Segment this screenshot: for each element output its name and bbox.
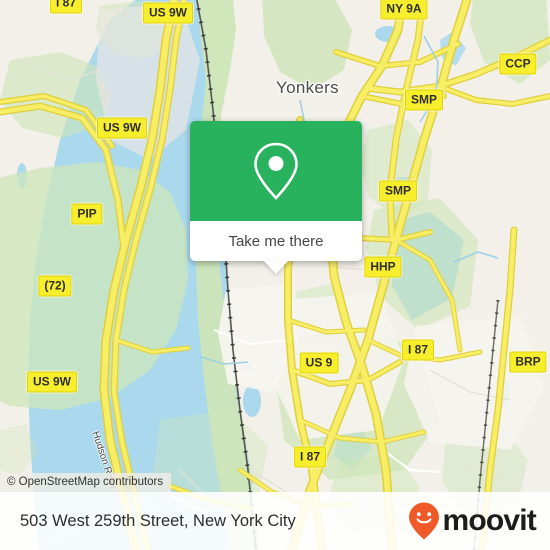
route-shield[interactable]: US 9 (299, 352, 339, 374)
route-shield[interactable]: BRP (509, 351, 547, 373)
map-screenshot: Yonkers Hudson River I 87 US 9W NY 9A CC… (0, 0, 550, 550)
address-text: 503 West 259th Street, New York City (20, 511, 296, 530)
route-shield[interactable]: NY 9A (380, 0, 428, 20)
popup-pin-area (190, 121, 362, 221)
route-shield[interactable]: I 87 (293, 446, 327, 468)
map-attribution[interactable]: © OpenStreetMap contributors (0, 473, 172, 492)
route-shield[interactable]: (72) (38, 275, 72, 297)
moovit-wordmark: moovit (442, 504, 536, 537)
route-shield[interactable]: US 9W (96, 117, 148, 139)
location-pin-icon (254, 142, 298, 200)
destination-popup[interactable]: Take me there (190, 121, 362, 274)
route-shield[interactable]: US 9W (142, 2, 194, 24)
route-shield[interactable]: I 87 (401, 339, 435, 361)
map-canvas[interactable]: Yonkers Hudson River I 87 US 9W NY 9A CC… (0, 0, 550, 550)
popup-action-bar[interactable]: Take me there (190, 221, 362, 274)
map-vector-layer (0, 0, 550, 550)
route-shield[interactable]: I 87 (49, 0, 83, 14)
popup-tail (263, 260, 289, 274)
route-shield[interactable]: HHP (364, 256, 402, 278)
footer-bar: 503 West 259th Street, New York City moo… (0, 492, 550, 550)
route-shield[interactable]: SMP (404, 89, 444, 111)
route-shield[interactable]: US 9W (26, 371, 78, 393)
route-shield[interactable]: CCP (499, 53, 537, 75)
moovit-logo[interactable]: moovit (407, 501, 537, 541)
take-me-there-label: Take me there (228, 232, 324, 250)
route-shield[interactable]: PIP (71, 203, 103, 225)
moovit-pin-icon (409, 502, 440, 540)
route-shield[interactable]: SMP (378, 180, 418, 202)
